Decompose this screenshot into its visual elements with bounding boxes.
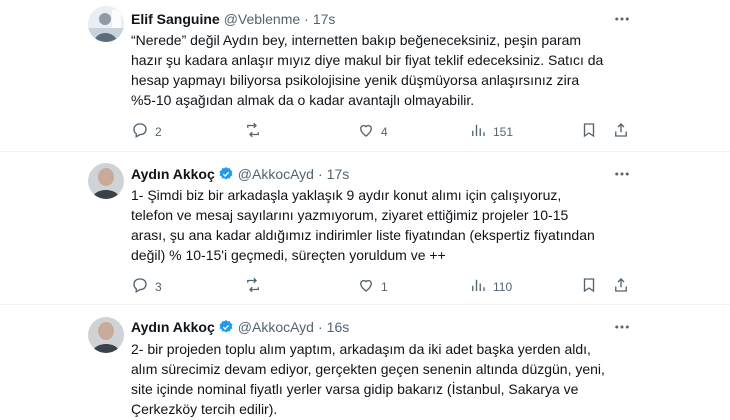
tweet[interactable]: Aydın Akkoç @AkkocAyd · 16s 2- bir proje… bbox=[0, 305, 730, 420]
author-handle[interactable]: @Veblenme bbox=[224, 11, 300, 27]
reply-icon bbox=[131, 121, 149, 142]
views-count: 110 bbox=[493, 279, 513, 294]
tweet-text: 2- bir projeden toplu alım yaptım, arkad… bbox=[131, 339, 651, 419]
like-icon bbox=[357, 276, 375, 297]
bookmark-icon bbox=[580, 276, 598, 297]
separator-dot: · bbox=[317, 319, 323, 335]
share-icon bbox=[612, 276, 630, 297]
retweet-icon bbox=[244, 121, 262, 142]
author-handle[interactable]: @AkkocAyd bbox=[238, 319, 314, 335]
more-icon[interactable] bbox=[612, 9, 632, 29]
tweet-line: telefon ve mesaj sayılarını yazmıyorum, … bbox=[131, 207, 569, 223]
author-name[interactable]: Aydın Akkoç bbox=[131, 319, 215, 335]
share-button[interactable] bbox=[612, 276, 630, 297]
verified-badge-icon bbox=[218, 166, 234, 182]
author-name[interactable]: Aydın Akkoç bbox=[131, 166, 215, 182]
reply-count: 2 bbox=[155, 124, 162, 139]
tweet-actions: 2 4 151 bbox=[131, 121, 651, 141]
like-count: 4 bbox=[381, 124, 388, 139]
avatar[interactable] bbox=[88, 317, 124, 353]
tweet-line: değil) % 10-15'i geçmedi, süreçten yorul… bbox=[131, 247, 446, 263]
avatar[interactable] bbox=[88, 163, 124, 199]
tweet-line: %5-10 aşağıdan almak da o kadar avantajl… bbox=[131, 92, 475, 108]
tweet-line: 2- bir projeden toplu alım yaptım, arkad… bbox=[131, 341, 591, 357]
views-button[interactable]: 110 bbox=[469, 276, 512, 297]
views-icon bbox=[469, 276, 487, 297]
tweet-header: Elif Sanguine @Veblenme · 17s bbox=[131, 9, 335, 29]
reply-icon bbox=[131, 276, 149, 297]
tweet-line: 1- Şimdi biz bir arkadaşla yaklaşık 9 ay… bbox=[131, 187, 562, 203]
share-button[interactable] bbox=[612, 121, 630, 142]
separator-dot: · bbox=[317, 166, 323, 182]
share-icon bbox=[612, 121, 630, 142]
tweet-text: 1- Şimdi biz bir arkadaşla yaklaşık 9 ay… bbox=[131, 185, 651, 265]
tweet-line: site içinde nominal fiyatlı yerler varsa… bbox=[131, 381, 579, 397]
tweet-line: hesap yapmayı biliyorsa psikolojisine ye… bbox=[131, 72, 580, 88]
like-button[interactable]: 1 bbox=[357, 276, 388, 297]
tweet-line: hazır şu kadara anlaşır mıyız diye makul… bbox=[131, 52, 604, 68]
tweet-text: “Nerede” değil Aydın bey, internetten ba… bbox=[131, 30, 651, 110]
like-button[interactable]: 4 bbox=[357, 121, 388, 142]
tweet-line: Çerkezköy tercih edilir). bbox=[131, 401, 278, 417]
tweet-header: Aydın Akkoç @AkkocAyd · 17s bbox=[131, 164, 349, 184]
bookmark-button[interactable] bbox=[580, 121, 598, 142]
views-count: 151 bbox=[493, 124, 514, 139]
reply-button[interactable]: 3 bbox=[131, 276, 162, 297]
tweet-line: alım sürecimiz devam ediyor, gerçekten g… bbox=[131, 361, 605, 377]
timestamp[interactable]: 17s bbox=[313, 11, 336, 27]
views-button[interactable]: 151 bbox=[469, 121, 513, 142]
retweet-icon bbox=[244, 276, 262, 297]
tweet[interactable]: Elif Sanguine @Veblenme · 17s “Nerede” d… bbox=[0, 0, 730, 148]
separator-dot: · bbox=[304, 11, 309, 27]
more-icon[interactable] bbox=[612, 164, 632, 184]
more-icon[interactable] bbox=[612, 317, 632, 337]
author-handle[interactable]: @AkkocAyd bbox=[238, 166, 314, 182]
timestamp[interactable]: 17s bbox=[327, 166, 350, 182]
retweet-button[interactable] bbox=[244, 276, 262, 297]
like-count: 1 bbox=[381, 279, 388, 294]
author-name[interactable]: Elif Sanguine bbox=[131, 11, 220, 27]
verified-badge-icon bbox=[218, 319, 234, 335]
like-icon bbox=[357, 121, 375, 142]
avatar[interactable] bbox=[88, 6, 124, 42]
tweet[interactable]: Aydın Akkoç @AkkocAyd · 17s 1- Şimdi biz… bbox=[0, 152, 730, 303]
tweet-header: Aydın Akkoç @AkkocAyd · 16s bbox=[131, 317, 349, 337]
bookmark-icon bbox=[580, 121, 598, 142]
views-icon bbox=[469, 121, 487, 142]
reply-button[interactable]: 2 bbox=[131, 121, 162, 142]
reply-count: 3 bbox=[155, 279, 162, 294]
bookmark-button[interactable] bbox=[580, 276, 598, 297]
retweet-button[interactable] bbox=[244, 121, 262, 142]
timestamp[interactable]: 16s bbox=[327, 319, 350, 335]
tweet-actions: 3 1 110 bbox=[131, 276, 651, 296]
tweet-line: “Nerede” değil Aydın bey, internetten ba… bbox=[131, 32, 582, 48]
tweet-line: arası, şu ana kadar aldığımız indirimler… bbox=[131, 227, 595, 243]
tweet-thread: Elif Sanguine @Veblenme · 17s “Nerede” d… bbox=[0, 0, 730, 420]
